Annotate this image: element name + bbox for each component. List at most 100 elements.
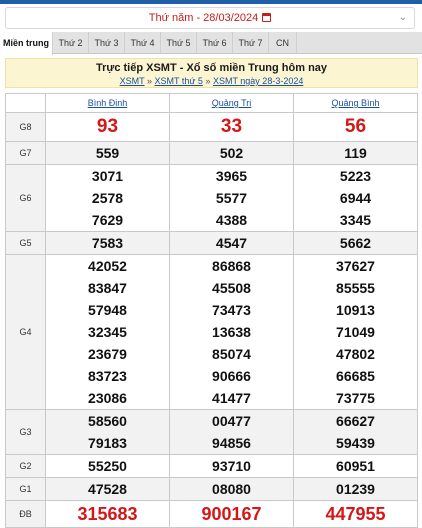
top-strip: [0, 0, 422, 4]
prize-number: 2578: [91, 190, 124, 206]
prize-number: 57948: [88, 302, 127, 318]
tab-thu-4[interactable]: Thứ 4: [125, 32, 161, 54]
tab-thu-5[interactable]: Thứ 5: [161, 32, 197, 54]
prize-number: 58560: [88, 413, 127, 429]
date-picker[interactable]: Thứ năm - 28/03/2024 ⌄: [5, 7, 415, 29]
prize-number: 502: [219, 145, 244, 161]
prize-cell: 01239: [293, 477, 418, 501]
prize-number: 90666: [212, 368, 251, 384]
prize-number: 56: [344, 116, 367, 137]
prize-row: G3 58560 79183 00477 94856 66627 59439: [5, 409, 418, 455]
prize-number: 13638: [212, 324, 251, 340]
calendar-icon[interactable]: [262, 13, 272, 22]
prize-number: 59439: [336, 435, 375, 451]
results-header: Trực tiếp XSMT - Xổ số miền Trung hôm na…: [5, 58, 418, 88]
corner-cell: [5, 93, 46, 113]
prize-cell: 42052 83847 57948 32345 23679 83723 23086: [45, 254, 170, 410]
prize-number: 42052: [88, 258, 127, 274]
prize-number: 45508: [212, 280, 251, 296]
tab-cn[interactable]: CN: [269, 32, 297, 54]
prize-cell: 08080: [169, 477, 294, 501]
prize-number: 71049: [336, 324, 375, 340]
prize-cell: 66627 59439: [293, 409, 418, 455]
prize-label: G7: [5, 141, 46, 165]
prize-row: G8 93 33 56: [5, 112, 418, 142]
prize-cell: 4547: [169, 231, 294, 255]
date-text: Thứ năm - 28/03/2024: [148, 12, 259, 24]
prize-number: 900167: [201, 504, 262, 524]
prize-row: ĐB 315683 900167 447955: [5, 500, 418, 528]
tab-thu-6[interactable]: Thứ 6: [197, 32, 233, 54]
prize-number: 23679: [88, 346, 127, 362]
prize-number: 5662: [339, 235, 372, 251]
prize-cell: 00477 94856: [169, 409, 294, 455]
breadcrumb-sep: »: [205, 76, 211, 86]
prize-cell: 315683: [45, 500, 170, 528]
page-title: Trực tiếp XSMT - Xổ số miền Trung hôm na…: [95, 62, 328, 74]
province-header: Quảng Bình: [293, 93, 418, 113]
prize-number: 60951: [336, 458, 375, 474]
breadcrumb-xsmt[interactable]: XSMT: [120, 76, 145, 86]
prize-number: 10913: [336, 302, 375, 318]
prize-cell: 56: [293, 112, 418, 142]
prize-cell: 47528: [45, 477, 170, 501]
prize-cell: 37627 85555 10913 71049 47802 66685 73775: [293, 254, 418, 410]
breadcrumb-xsmt-thu-5[interactable]: XSMT thứ 5: [155, 76, 203, 86]
prize-number: 315683: [77, 504, 138, 524]
prize-number: 3345: [339, 212, 372, 228]
breadcrumb: XSMT » XSMT thứ 5 » XSMT ngày 28-3-2024: [6, 75, 417, 87]
prize-cell: 58560 79183: [45, 409, 170, 455]
prize-number: 85555: [336, 280, 375, 296]
tab-mien-trung[interactable]: Miền trung: [0, 32, 53, 55]
prize-cell: 33: [169, 112, 294, 142]
prize-number: 7629: [91, 212, 124, 228]
prize-cell: 119: [293, 141, 418, 165]
province-header: Quảng Trị: [169, 93, 294, 113]
prize-cell: 5223 6944 3345: [293, 164, 418, 232]
prize-number: 00477: [212, 413, 251, 429]
prize-number: 32345: [88, 324, 127, 340]
province-link[interactable]: Quảng Trị: [212, 98, 252, 108]
prize-number: 447955: [325, 504, 386, 524]
prize-label: G5: [5, 231, 46, 255]
prize-cell: 559: [45, 141, 170, 165]
province-header-row: Bình Định Quảng Trị Quảng Bình: [5, 93, 418, 113]
prize-number: 85074: [212, 346, 251, 362]
prize-row: G7 559 502 119: [5, 141, 418, 165]
tab-thu-7[interactable]: Thứ 7: [233, 32, 269, 54]
prize-number: 93710: [212, 458, 251, 474]
prize-cell: 55250: [45, 454, 170, 478]
prize-label: G6: [5, 164, 46, 232]
tab-thu-3[interactable]: Thứ 3: [89, 32, 125, 54]
prize-cell: 900167: [169, 500, 294, 528]
prize-number: 94856: [212, 435, 251, 451]
prize-number: 559: [95, 145, 120, 161]
prize-number: 83723: [88, 368, 127, 384]
prize-cell: 447955: [293, 500, 418, 528]
tab-thu-2[interactable]: Thứ 2: [53, 32, 89, 54]
prize-number: 4388: [215, 212, 248, 228]
prize-number: 66627: [336, 413, 375, 429]
prize-label: G8: [5, 112, 46, 142]
prize-label: G4: [5, 254, 46, 410]
prize-number: 3965: [215, 168, 248, 184]
breadcrumb-xsmt-date[interactable]: XSMT ngày 28-3-2024: [213, 76, 303, 86]
prize-row: G4 42052 83847 57948 32345 23679 83723 23086 868…: [5, 254, 418, 410]
prize-number: 23086: [88, 390, 127, 406]
breadcrumb-sep: »: [147, 76, 153, 86]
province-link[interactable]: Quảng Bình: [331, 98, 379, 108]
prize-number: 4547: [215, 235, 248, 251]
prize-number: 5223: [339, 168, 372, 184]
prize-cell: 502: [169, 141, 294, 165]
prize-label: G1: [5, 477, 46, 501]
prize-row: G6 3071 2578 7629 3965 5577 4388 5223 6944 3345: [5, 164, 418, 232]
prize-number: 08080: [212, 481, 251, 497]
prize-number: 73775: [336, 390, 375, 406]
prize-label: G2: [5, 454, 46, 478]
prize-cell: 86868 45508 73473 13638 85074 90666 41477: [169, 254, 294, 410]
prize-number: 37627: [336, 258, 375, 274]
chevron-down-icon[interactable]: ⌄: [399, 8, 407, 28]
prize-number: 119: [344, 145, 367, 161]
province-header: Bình Định: [45, 93, 170, 113]
province-link[interactable]: Bình Định: [88, 98, 128, 108]
